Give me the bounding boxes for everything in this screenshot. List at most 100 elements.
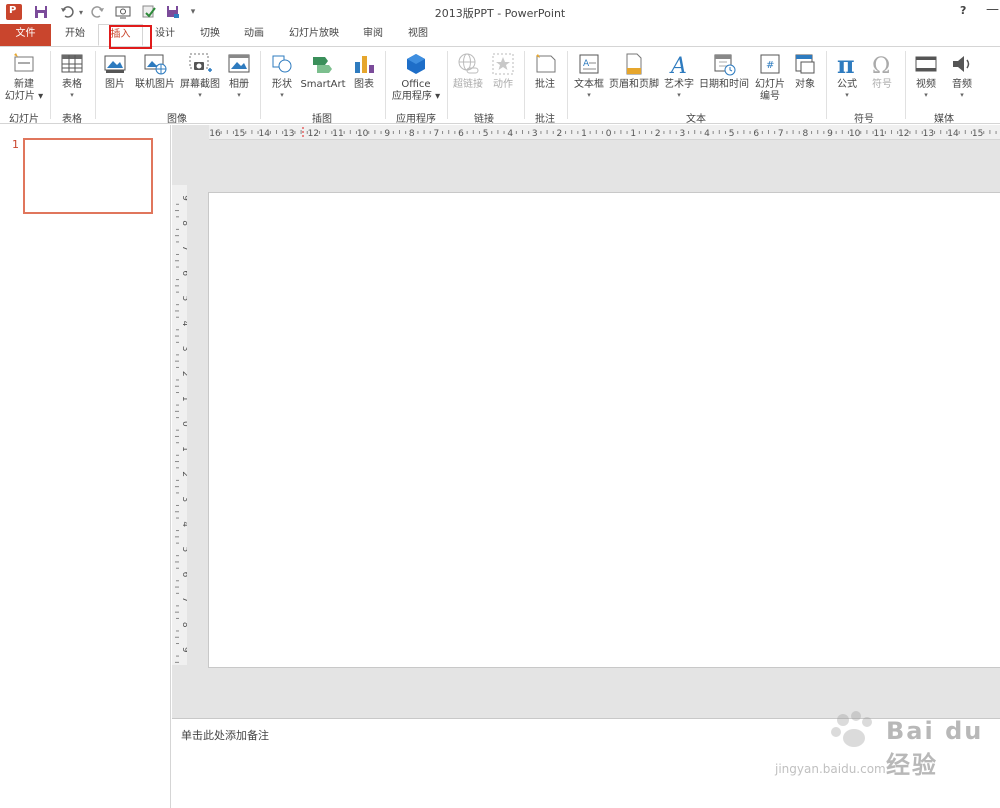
tab-slideshow[interactable]: 幻灯片放映 [280,24,348,46]
table-button[interactable]: 表格 ▾ [53,47,91,111]
hyperlink-button[interactable]: 超链接 [450,47,486,111]
notes-placeholder: 单击此处添加备注 [181,729,269,742]
group-label-tables: 表格 [62,114,82,125]
tab-file[interactable]: 文件 [0,24,51,46]
group-separator [385,51,386,119]
ruler-tick-label: 11 [873,129,884,139]
ruler-tick-label: 7 [778,129,784,139]
ruler-tick-label: 7 [180,245,187,251]
horizontal-ruler: 16 15 14 13 12 11 10 9 8 7 6 5 4 3 2 1 0 1 2 3 4 5 6 7 8 9 10 11 12 1… [209,125,1000,140]
chevron-down-icon: ▾ [237,91,241,99]
audio-button[interactable]: 音频 ▾ [945,47,979,111]
video-button[interactable]: 视频 ▾ [909,47,943,111]
tab-view[interactable]: 视图 [398,24,438,46]
new-slide-label: 新建 [14,79,34,90]
svg-text:π: π [837,52,855,76]
calendar-icon [714,54,736,76]
film-icon [915,56,937,72]
online-picture-icon [144,54,167,75]
slide-thumbnail[interactable] [23,138,153,214]
text-box-button[interactable]: A 文本框 ▾ [571,47,607,111]
date-time-label: 日期和时间 [699,79,749,90]
ruler-tick-label: 1 [180,446,187,452]
group-label-symbols: 符号 [854,114,874,125]
ruler-tick-label: 6 [180,270,187,276]
office-store-icon [407,54,425,74]
ruler-tick-label: 1 [630,129,636,139]
title-bar: P ▾ ▾ 2013版PPT - PowerPoint ? — [0,0,1000,24]
slide-number-label: 1 [12,138,19,151]
group-label-apps: 应用程序 [396,114,436,125]
pictures-button[interactable]: 图片 [99,47,131,111]
photo-album-label: 相册 [229,79,249,90]
slide-canvas[interactable] [208,192,1000,668]
symbol-label: 符号 [872,79,892,90]
ruler-tick-label: 7 [434,129,440,139]
object-label: 对象 [795,79,815,90]
ruler-tick-label: 13 [283,129,294,139]
header-footer-button[interactable]: 页眉和页脚 [607,47,661,111]
chevron-down-icon: ▾ [960,91,964,99]
object-button[interactable]: 对象 [789,47,821,111]
ruler-tick-label: 5 [483,129,489,139]
comment-button[interactable]: 批注 [528,47,562,111]
ruler-tick-label: 8 [803,129,809,139]
smartart-icon [313,57,332,73]
wordart-label: 艺术字 [664,79,694,90]
ruler-tick-label: 10 [357,129,369,139]
hyperlink-label: 超链接 [453,79,483,90]
chevron-down-icon: ▾ [845,91,849,99]
vertical-ruler-ticks: 9 8 7 6 5 4 3 2 1 0 1 2 3 4 5 6 7 8 9 [175,195,190,663]
minimize-button[interactable]: — [986,2,999,17]
group-separator [567,51,568,119]
ruler-tick-label: 8 [180,622,187,628]
group-label-images: 图像 [167,114,187,125]
tab-animations[interactable]: 动画 [234,24,274,46]
comment-icon [536,54,556,73]
office-apps-button[interactable]: Office 应用程序 ▾ [388,47,444,111]
new-slide-button[interactable]: 新建 幻灯片 ▾ [3,47,45,111]
slide-number-sublabel: 编号 [760,91,780,102]
ruler-tick-label: 4 [507,129,513,139]
date-time-button[interactable]: 日期和时间 [697,47,751,111]
ruler-tick-label: 16 [209,129,221,139]
wordart-button[interactable]: A 艺术字 ▾ [661,47,697,111]
ruler-tick-label: 6 [180,572,187,578]
ruler-tick-label: 3 [180,496,187,502]
group-separator [524,51,525,119]
office-apps-sublabel: 应用程序 ▾ [391,91,441,102]
tab-review[interactable]: 审阅 [353,24,393,46]
svg-text:A: A [583,59,590,69]
chevron-down-icon: ▾ [924,91,928,99]
ruler-tick-label: 5 [180,547,187,553]
powerpoint-window: P ▾ ▾ 2013版PPT - PowerPoint ? — 文件 开始 插入… [0,0,1000,808]
ruler-tick-label: 8 [409,129,415,139]
equation-button[interactable]: π 公式 ▾ [830,47,864,111]
group-separator [905,51,906,119]
shapes-button[interactable]: 形状 ▾ [265,47,299,111]
online-pictures-button[interactable]: 联机图片 [133,47,177,111]
chart-button[interactable]: 图表 [349,47,379,111]
ruler-tick-label: 3 [532,129,538,139]
screenshot-button[interactable]: 屏幕截图 ▾ [178,47,222,111]
ruler-tick-label: 15 [972,129,983,139]
tab-transitions[interactable]: 切换 [190,24,230,46]
group-label-illustrations: 插图 [312,114,332,125]
ruler-tick-label: 11 [332,129,343,139]
help-button[interactable]: ? [960,4,972,17]
horizontal-ruler-ticks: 16 15 14 13 12 11 10 9 8 7 6 5 4 3 2 1 0 1 2 3 4 5 6 7 8 9 10 11 12 1… [209,127,997,139]
insert-tab-highlight-box [109,25,152,49]
smartart-button[interactable]: SmartArt [300,47,346,111]
action-icon [492,53,514,75]
ruler-tick-label: 12 [308,129,319,139]
symbol-button[interactable]: Ω 符号 [866,47,898,111]
watermark-url: jingyan.baidu.com [775,762,886,776]
wordart-icon: A [669,54,687,76]
action-button[interactable]: 动作 [488,47,518,111]
ruler-tick-label: 10 [849,129,861,139]
photo-album-button[interactable]: 相册 ▾ [223,47,255,111]
slide-editing-area: 16 15 14 13 12 11 10 9 8 7 6 5 4 3 2 1 0 1 2 3 4 5 6 7 8 9 10 11 12 1… [172,125,1000,718]
table-label: 表格 [62,79,82,90]
tab-home[interactable]: 开始 [55,24,95,46]
slide-number-button[interactable]: # 幻灯片 编号 [751,47,789,111]
